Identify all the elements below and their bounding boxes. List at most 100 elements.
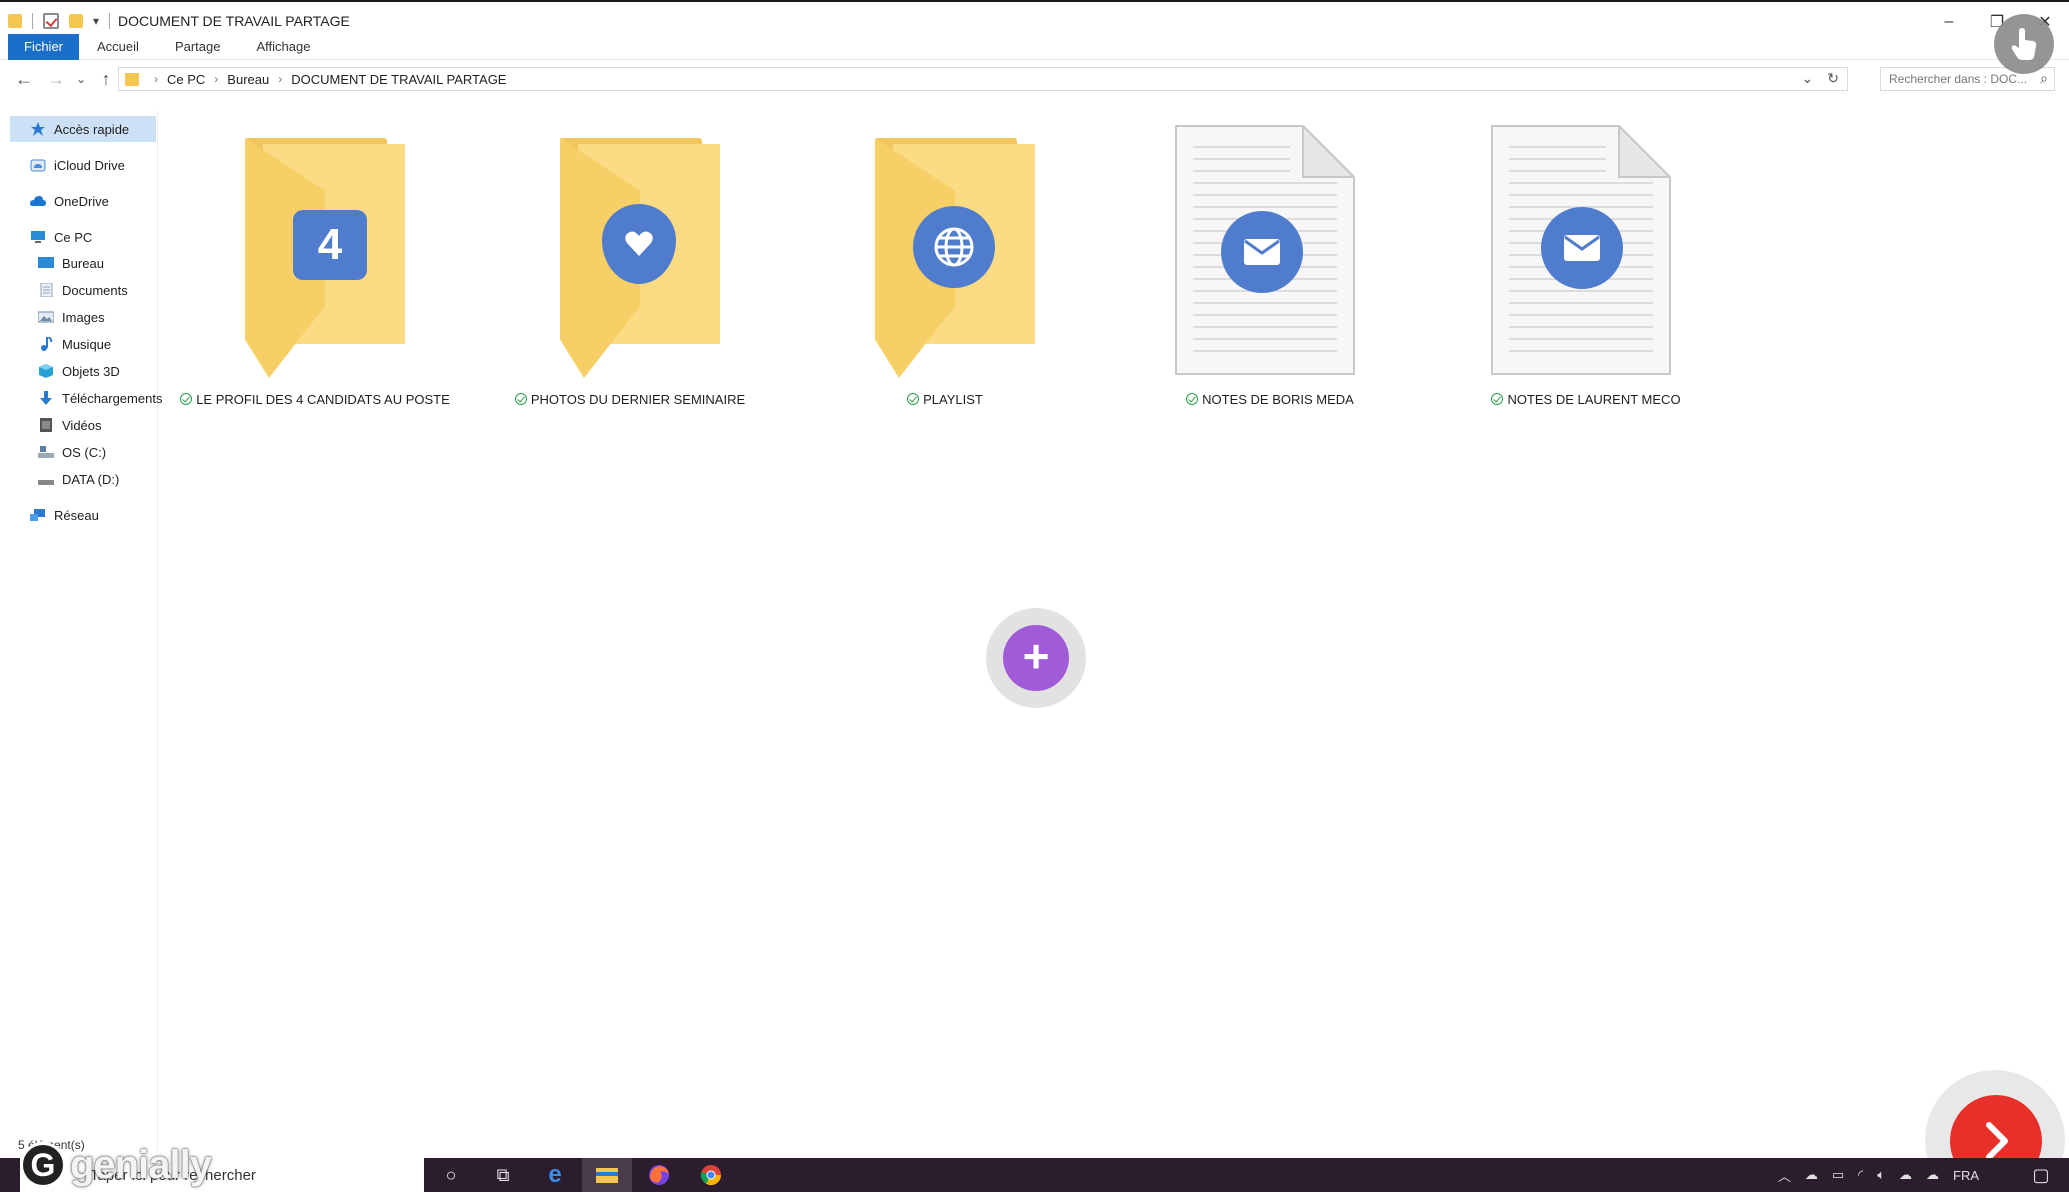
window-title: DOCUMENT DE TRAVAIL PARTAGE bbox=[118, 13, 350, 29]
sidebar-item-icloud-drive[interactable]: iCloud Drive bbox=[30, 152, 125, 178]
folder-icon bbox=[8, 14, 22, 28]
cube-icon bbox=[38, 364, 54, 378]
task-view-icon[interactable]: ⧉ bbox=[478, 1158, 528, 1192]
navigation-bar: ← → ⌄ ↑ › Ce PC › Bureau › DOCUMENT DE T… bbox=[0, 64, 2069, 94]
sidebar-item-reseau[interactable]: Réseau bbox=[30, 502, 99, 528]
star-icon bbox=[30, 122, 46, 136]
sidebar-item-os-c[interactable]: OS (C:) bbox=[38, 439, 106, 465]
tab-accueil[interactable]: Accueil bbox=[79, 34, 157, 60]
recent-locations-icon[interactable]: ⌄ bbox=[72, 72, 90, 86]
sidebar-item-ce-pc[interactable]: Ce PC bbox=[30, 224, 92, 250]
divider bbox=[109, 13, 111, 29]
sidebar-item-label: Téléchargements bbox=[62, 390, 163, 406]
chevron-right-icon[interactable]: › bbox=[278, 72, 282, 86]
genially-watermark: G genially bbox=[20, 1142, 212, 1188]
documents-icon bbox=[38, 282, 54, 298]
sidebar-item-label: Musique bbox=[62, 336, 112, 352]
music-icon bbox=[38, 336, 54, 351]
chrome-icon[interactable] bbox=[686, 1158, 736, 1192]
mail-icon bbox=[1221, 211, 1303, 293]
back-arrow-icon[interactable]: ← bbox=[8, 69, 40, 90]
sync-check-icon bbox=[1491, 393, 1504, 405]
sync-check-icon bbox=[514, 393, 527, 405]
add-button[interactable]: + bbox=[1003, 625, 1069, 691]
ribbon-tabs: Fichier Accueil Partage Affichage bbox=[0, 33, 2069, 60]
touch-hand-button[interactable] bbox=[1994, 14, 2054, 74]
sidebar-item-label: Objets 3D bbox=[62, 363, 120, 379]
wifi-icon[interactable]: ◜ bbox=[1858, 1167, 1863, 1183]
sidebar-item-bureau[interactable]: Bureau bbox=[38, 250, 104, 276]
customize-toolbar-dropdown[interactable]: ▾ bbox=[93, 14, 99, 28]
volume-icon[interactable]: 🔈︎ bbox=[1877, 1167, 1885, 1183]
sidebar-item-label: Ce PC bbox=[54, 229, 93, 245]
mail-icon bbox=[1541, 207, 1623, 289]
sidebar-item-objets-3d[interactable]: Objets 3D bbox=[38, 358, 120, 384]
sidebar-item-telechargements[interactable]: Téléchargements bbox=[38, 385, 162, 411]
sync-check-icon bbox=[907, 393, 920, 405]
language-indicator[interactable]: FRA bbox=[1953, 1168, 1979, 1183]
document-icon bbox=[1175, 123, 1357, 375]
icloud-icon[interactable]: ☁ bbox=[1926, 1167, 1939, 1183]
sidebar-item-data-d[interactable]: DATA (D:) bbox=[38, 466, 119, 492]
new-folder-icon[interactable] bbox=[69, 14, 83, 28]
sidebar-item-label: Bureau bbox=[62, 255, 104, 271]
download-icon bbox=[38, 391, 54, 405]
sidebar-item-label: iCloud Drive bbox=[54, 157, 125, 173]
tab-affichage[interactable]: Affichage bbox=[238, 34, 328, 60]
search-placeholder: Rechercher dans : DOC... bbox=[1889, 72, 2028, 86]
battery-icon[interactable]: ▭ bbox=[1832, 1167, 1844, 1183]
file-explorer-icon[interactable] bbox=[582, 1158, 632, 1192]
sidebar-item-acces-rapide[interactable]: Accès rapide bbox=[10, 116, 156, 142]
sidebar-item-onedrive[interactable]: OneDrive bbox=[30, 188, 109, 214]
document-icon bbox=[1491, 123, 1673, 375]
sidebar-item-label: Réseau bbox=[54, 507, 99, 523]
chevron-right-icon[interactable]: › bbox=[154, 72, 158, 86]
forward-arrow-icon[interactable]: → bbox=[40, 69, 72, 90]
cortana-icon[interactable]: ○ bbox=[426, 1158, 476, 1192]
minimize-button[interactable]: – bbox=[1925, 13, 1973, 31]
item-label[interactable]: LE PROFIL DES 4 CANDIDATS AU POSTE bbox=[165, 392, 465, 407]
chevron-down-icon[interactable]: ⌄ bbox=[1802, 70, 1814, 87]
navigation-pane: Accès rapide iCloud Drive OneDrive Ce PC… bbox=[0, 110, 162, 1150]
sidebar-item-label: DATA (D:) bbox=[62, 471, 120, 487]
item-label[interactable]: NOTES DE LAURENT MECO bbox=[1436, 392, 1736, 407]
search-icon[interactable]: ⌕ bbox=[2040, 70, 2048, 87]
sidebar-item-label: Documents bbox=[62, 282, 128, 298]
breadcrumb-current-folder[interactable]: DOCUMENT DE TRAVAIL PARTAGE bbox=[291, 72, 506, 87]
taskbar: Taper ici pour rechercher ○ ⧉ e ︿ ☁ ▭ ◜ … bbox=[0, 1158, 2069, 1192]
network-icon bbox=[30, 508, 46, 522]
address-bar[interactable]: › Ce PC › Bureau › DOCUMENT DE TRAVAIL P… bbox=[118, 67, 1848, 91]
video-icon bbox=[38, 418, 54, 432]
notification-icon[interactable]: ▢ bbox=[2016, 1158, 2066, 1192]
sidebar-item-label: OS (C:) bbox=[62, 444, 107, 460]
item-label[interactable]: NOTES DE BORIS MEDA bbox=[1120, 392, 1420, 407]
sync-check-icon bbox=[1186, 393, 1199, 405]
sidebar-item-label: Images bbox=[62, 309, 105, 325]
breadcrumb-bureau[interactable]: Bureau bbox=[227, 72, 269, 87]
sidebar-item-musique[interactable]: Musique bbox=[38, 331, 111, 357]
onedrive-icon[interactable]: ☁ bbox=[1899, 1167, 1912, 1183]
computer-icon bbox=[30, 230, 46, 244]
drive-c-icon bbox=[38, 445, 54, 459]
properties-icon[interactable] bbox=[43, 13, 59, 29]
chevron-up-icon[interactable]: ︿ bbox=[1778, 1166, 1791, 1185]
sidebar-item-images[interactable]: Images bbox=[37, 304, 105, 330]
edge-icon[interactable]: e bbox=[530, 1158, 580, 1192]
firefox-icon[interactable] bbox=[634, 1158, 684, 1192]
globe-icon bbox=[913, 206, 995, 288]
tab-partage[interactable]: Partage bbox=[157, 34, 239, 60]
sidebar-item-documents[interactable]: Documents bbox=[38, 277, 128, 303]
cloud-icon[interactable]: ☁ bbox=[1805, 1167, 1818, 1183]
item-label[interactable]: PHOTOS DU DERNIER SEMINAIRE bbox=[480, 392, 780, 407]
system-tray: ︿ ☁ ▭ ◜ 🔈︎ ☁ ☁ FRA bbox=[1778, 1158, 1979, 1192]
breadcrumb-ce-pc[interactable]: Ce PC bbox=[167, 72, 205, 87]
tab-fichier[interactable]: Fichier bbox=[8, 33, 80, 60]
item-label[interactable]: PLAYLIST bbox=[795, 392, 1095, 407]
folder-icon bbox=[875, 138, 1035, 378]
icloud-icon bbox=[30, 158, 46, 172]
refresh-icon[interactable]: ↻ bbox=[1827, 70, 1839, 87]
sidebar-item-videos[interactable]: Vidéos bbox=[38, 412, 102, 438]
sidebar-item-label: Accès rapide bbox=[54, 121, 130, 137]
chevron-right-icon[interactable]: › bbox=[214, 72, 218, 86]
genially-logo: G bbox=[20, 1142, 66, 1188]
